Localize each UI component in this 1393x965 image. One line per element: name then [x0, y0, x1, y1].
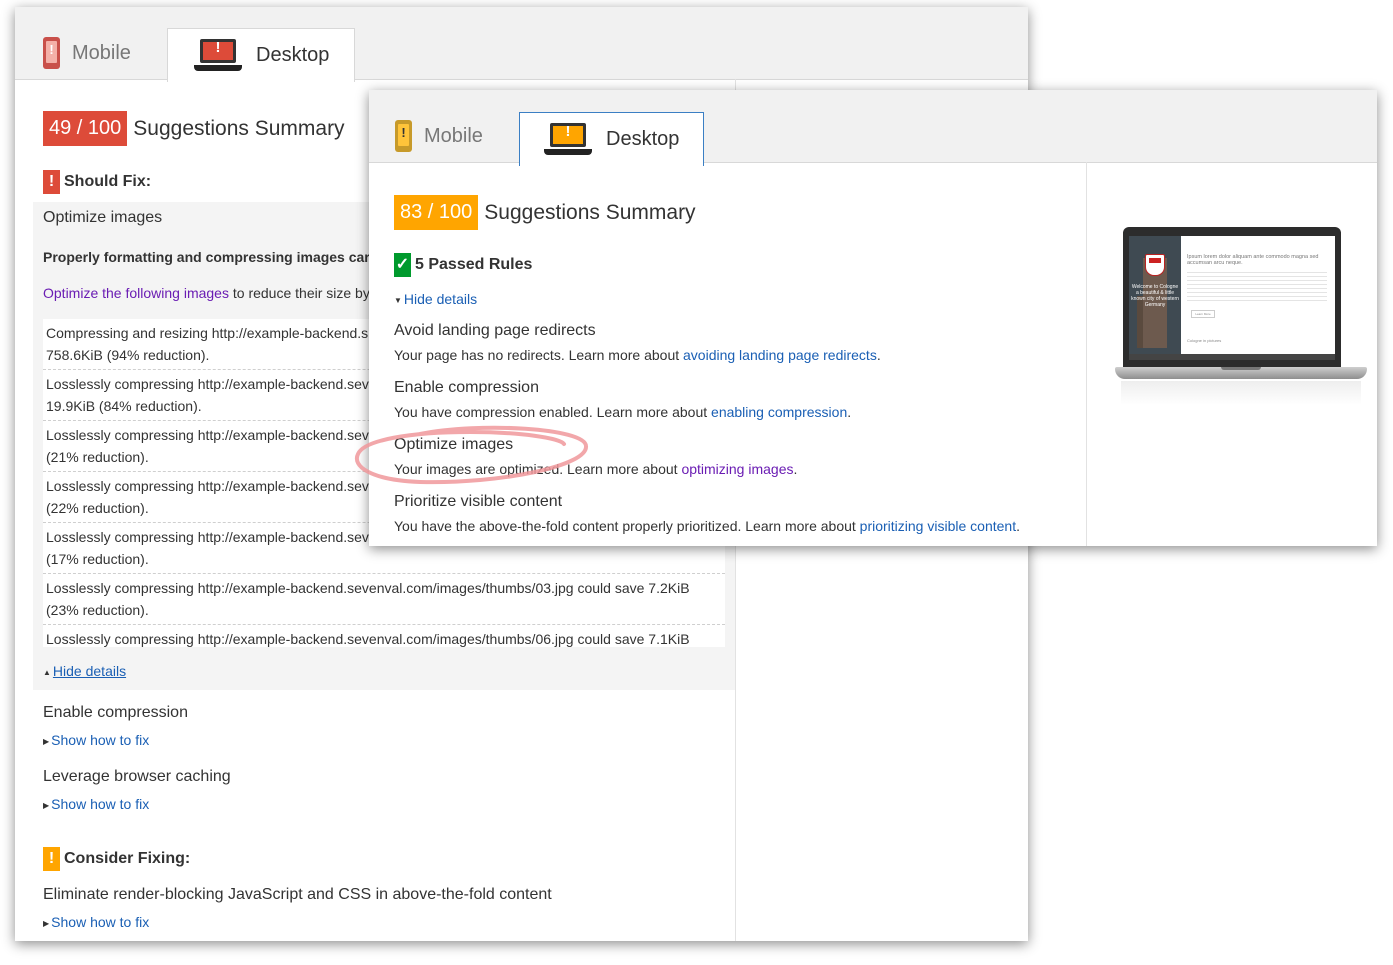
rule-title-enable-compression[interactable]: Enable compression — [43, 704, 188, 722]
rule-desc-visible-content: You have the above-the-fold content prop… — [394, 518, 1020, 534]
learn-more-link[interactable]: avoiding landing page redirects — [683, 347, 877, 363]
score-row: 49 / 100 Suggestions Summary — [43, 111, 345, 146]
checkmark-icon: ✓ — [394, 253, 411, 277]
list-item: Losslessly compressing http://example-ba… — [43, 625, 725, 647]
rule-desc-redirects: Your page has no redirects. Learn more a… — [394, 347, 881, 363]
learn-more-link[interactable]: prioritizing visible content — [860, 518, 1016, 534]
score-badge: 49 / 100 — [43, 111, 128, 146]
rule-title-visible-content: Prioritize visible content — [394, 493, 563, 510]
should-fix-heading: ! Should Fix: — [43, 170, 151, 194]
device-tabbar: ! Mobile ! Desktop — [369, 90, 1377, 166]
rule-desc-compression: You have compression enabled. Learn more… — [394, 404, 852, 420]
passed-rules-heading: ✓ 5 Passed Rules — [394, 253, 532, 277]
hide-details-toggle[interactable]: ▼ Hide details — [394, 291, 477, 307]
coat-of-arms-icon — [1145, 254, 1165, 276]
learn-more-link[interactable]: enabling compression — [711, 404, 847, 420]
screenshot-side-panel: Welcome to Cologne a beautiful & little … — [1086, 162, 1377, 546]
optimize-images-link[interactable]: Optimize the following images — [43, 285, 229, 301]
rule-intro-rest: to reduce their size by — [232, 285, 370, 301]
summary-title: Suggestions Summary — [133, 116, 345, 140]
rule-desc-optimize-images: Your images are optimized. Learn more ab… — [394, 461, 798, 477]
show-how-to-fix-link[interactable]: ▶ Show how to fix — [43, 796, 149, 812]
laptop-warning-icon: ! — [194, 38, 242, 73]
tab-mobile[interactable]: ! Mobile — [43, 27, 165, 79]
phone-warning-icon: ! — [395, 120, 412, 152]
caution-icon: ! — [43, 847, 60, 871]
triangle-right-icon: ▶ — [43, 800, 50, 810]
show-how-to-fix-link[interactable]: ▶ Show how to fix — [43, 732, 149, 748]
rule-intro-bold: Properly formatting and compressing imag… — [43, 249, 370, 265]
triangle-right-icon: ▶ — [43, 736, 50, 746]
rule-title-render-blocking[interactable]: Eliminate render-blocking JavaScript and… — [43, 886, 552, 904]
device-tabbar: ! Mobile ! Desktop — [15, 7, 1028, 82]
show-how-to-fix-link[interactable]: ▶ Show how to fix — [43, 914, 149, 930]
consider-fixing-heading: ! Consider Fixing: — [43, 847, 190, 871]
tab-mobile-label: Mobile — [72, 41, 131, 64]
rule-intro: Optimize the following images to reduce … — [43, 285, 370, 301]
site-screenshot: Welcome to Cologne a beautiful & little … — [1129, 236, 1335, 360]
rule-title-optimize-images[interactable]: Optimize images — [43, 209, 162, 227]
tab-desktop-label: Desktop — [256, 44, 330, 66]
triangle-down-icon: ▼ — [394, 295, 402, 305]
triangle-right-icon: ▶ — [43, 918, 50, 928]
passed-rules-label: 5 Passed Rules — [415, 256, 533, 273]
summary-title: Suggestions Summary — [484, 200, 696, 224]
tab-desktop-label: Desktop — [606, 128, 680, 150]
score-badge: 83 / 100 — [394, 195, 479, 230]
consider-fixing-label: Consider Fixing: — [64, 850, 191, 867]
rule-title-browser-caching[interactable]: Leverage browser caching — [43, 768, 231, 786]
warning-icon: ! — [43, 170, 60, 194]
tab-desktop[interactable]: ! Desktop — [167, 28, 355, 82]
rule-title-compression: Enable compression — [394, 379, 539, 396]
score-row: 83 / 100 Suggestions Summary — [394, 195, 696, 230]
tab-mobile[interactable]: ! Mobile — [395, 110, 517, 162]
rule-title-optimize-images: Optimize images — [394, 436, 514, 453]
rule-title-redirects: Avoid landing page redirects — [394, 322, 596, 339]
pagespeed-window-front: ! Mobile ! Desktop Welcome to Cologne a … — [369, 90, 1377, 546]
laptop-preview-icon: Welcome to Cologne a beautiful & little … — [1115, 227, 1367, 407]
tab-desktop[interactable]: ! Desktop — [519, 112, 704, 166]
hide-details-toggle[interactable]: ▲ Hide details — [43, 663, 126, 679]
should-fix-label: Should Fix: — [64, 173, 152, 190]
phone-warning-icon: ! — [43, 37, 60, 69]
tab-mobile-label: Mobile — [424, 124, 483, 147]
list-item: Losslessly compressing http://example-ba… — [43, 574, 725, 625]
learn-more-link[interactable]: optimizing images — [681, 461, 793, 477]
laptop-warning-icon: ! — [544, 122, 592, 157]
triangle-up-icon: ▲ — [43, 667, 51, 677]
